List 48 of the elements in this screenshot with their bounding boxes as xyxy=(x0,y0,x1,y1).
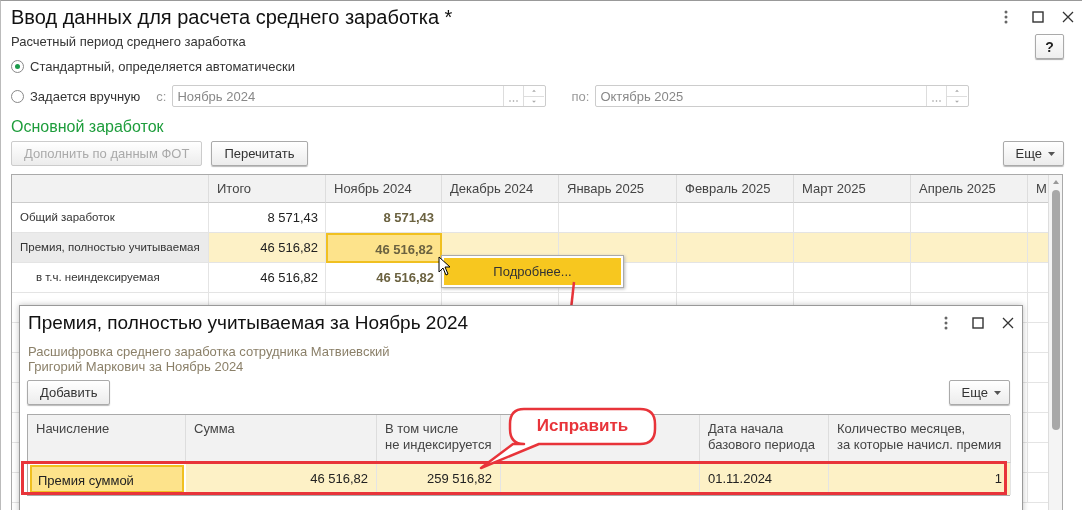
column-header[interactable]: Сумма xyxy=(186,415,377,463)
description: Расшифровка среднего заработка сотрудника Матвиевский Григорий Маркович за Ноябрь 2024 xyxy=(27,344,391,374)
row-label: в т.ч. неиндексируемая xyxy=(12,263,209,293)
reload-button[interactable]: Перечитать xyxy=(211,141,308,166)
caret-icon xyxy=(994,390,1001,395)
column-header[interactable]: В том числе не индексируется xyxy=(377,415,501,463)
column-header[interactable]: Апрель 2025 xyxy=(911,175,1028,203)
column-header[interactable]: Февраль 2025 xyxy=(677,175,794,203)
column-header[interactable]: М xyxy=(1028,175,1048,203)
period-label: Расчетный период среднего заработка xyxy=(11,34,247,50)
more-icon[interactable] xyxy=(1004,10,1008,24)
more-icon[interactable] xyxy=(944,316,948,330)
table-cell: 46 516,82 xyxy=(326,233,442,263)
callout-label: Исправить xyxy=(535,416,630,436)
menu-item[interactable]: Подробнее... xyxy=(444,258,621,285)
field-label: с: xyxy=(156,88,167,104)
column-header[interactable]: Дата начала базового периода xyxy=(700,415,829,463)
maximize-icon[interactable] xyxy=(972,317,984,329)
caret-icon xyxy=(1048,151,1055,156)
radio-button[interactable] xyxy=(11,59,24,73)
column-header[interactable]: Январь 2025 xyxy=(559,175,677,203)
table-cell: 46 516,82 xyxy=(209,233,326,263)
table-cell: Премия суммой xyxy=(30,465,184,493)
radio-label[interactable]: Стандартный, определяется автоматически xyxy=(30,58,295,74)
row-label: Премия, полностью учитываемая xyxy=(12,233,209,263)
more-button[interactable]: Еще xyxy=(948,380,1010,405)
column-header[interactable]: Количество месяцев, за которые начисл. премия xyxy=(829,415,1011,463)
maximize-icon[interactable] xyxy=(1032,11,1044,23)
close-icon[interactable] xyxy=(1062,11,1074,23)
more-button[interactable]: Еще xyxy=(1002,141,1064,166)
field-label: по: xyxy=(571,88,590,104)
help-button[interactable]: ? xyxy=(1035,34,1064,59)
add-button[interactable]: Добавить xyxy=(27,380,111,405)
scrollbar[interactable] xyxy=(1048,175,1062,510)
radio-button[interactable] xyxy=(11,89,24,103)
up-arrow-icon[interactable] xyxy=(1051,178,1060,186)
column-header[interactable]: Начисление xyxy=(28,415,186,463)
section-title: Основной заработок xyxy=(10,118,165,137)
table-cell xyxy=(1028,233,1048,263)
dialog-title: Премия, полностью учитываемая за Ноябрь 2024 xyxy=(28,312,470,334)
column-header[interactable]: Декабрь 2024 xyxy=(442,175,559,203)
table-cell: 46 516,82 xyxy=(209,263,326,293)
window-title: Ввод данных для расчета среднего заработка * xyxy=(11,5,454,29)
column-header[interactable]: Итого xyxy=(209,175,326,203)
column-header[interactable]: Март 2025 xyxy=(794,175,911,203)
column-header[interactable]: Ноябрь 2024 xyxy=(326,175,442,203)
radio-label[interactable]: Задается вручную xyxy=(30,88,141,104)
close-icon[interactable] xyxy=(1002,317,1014,329)
